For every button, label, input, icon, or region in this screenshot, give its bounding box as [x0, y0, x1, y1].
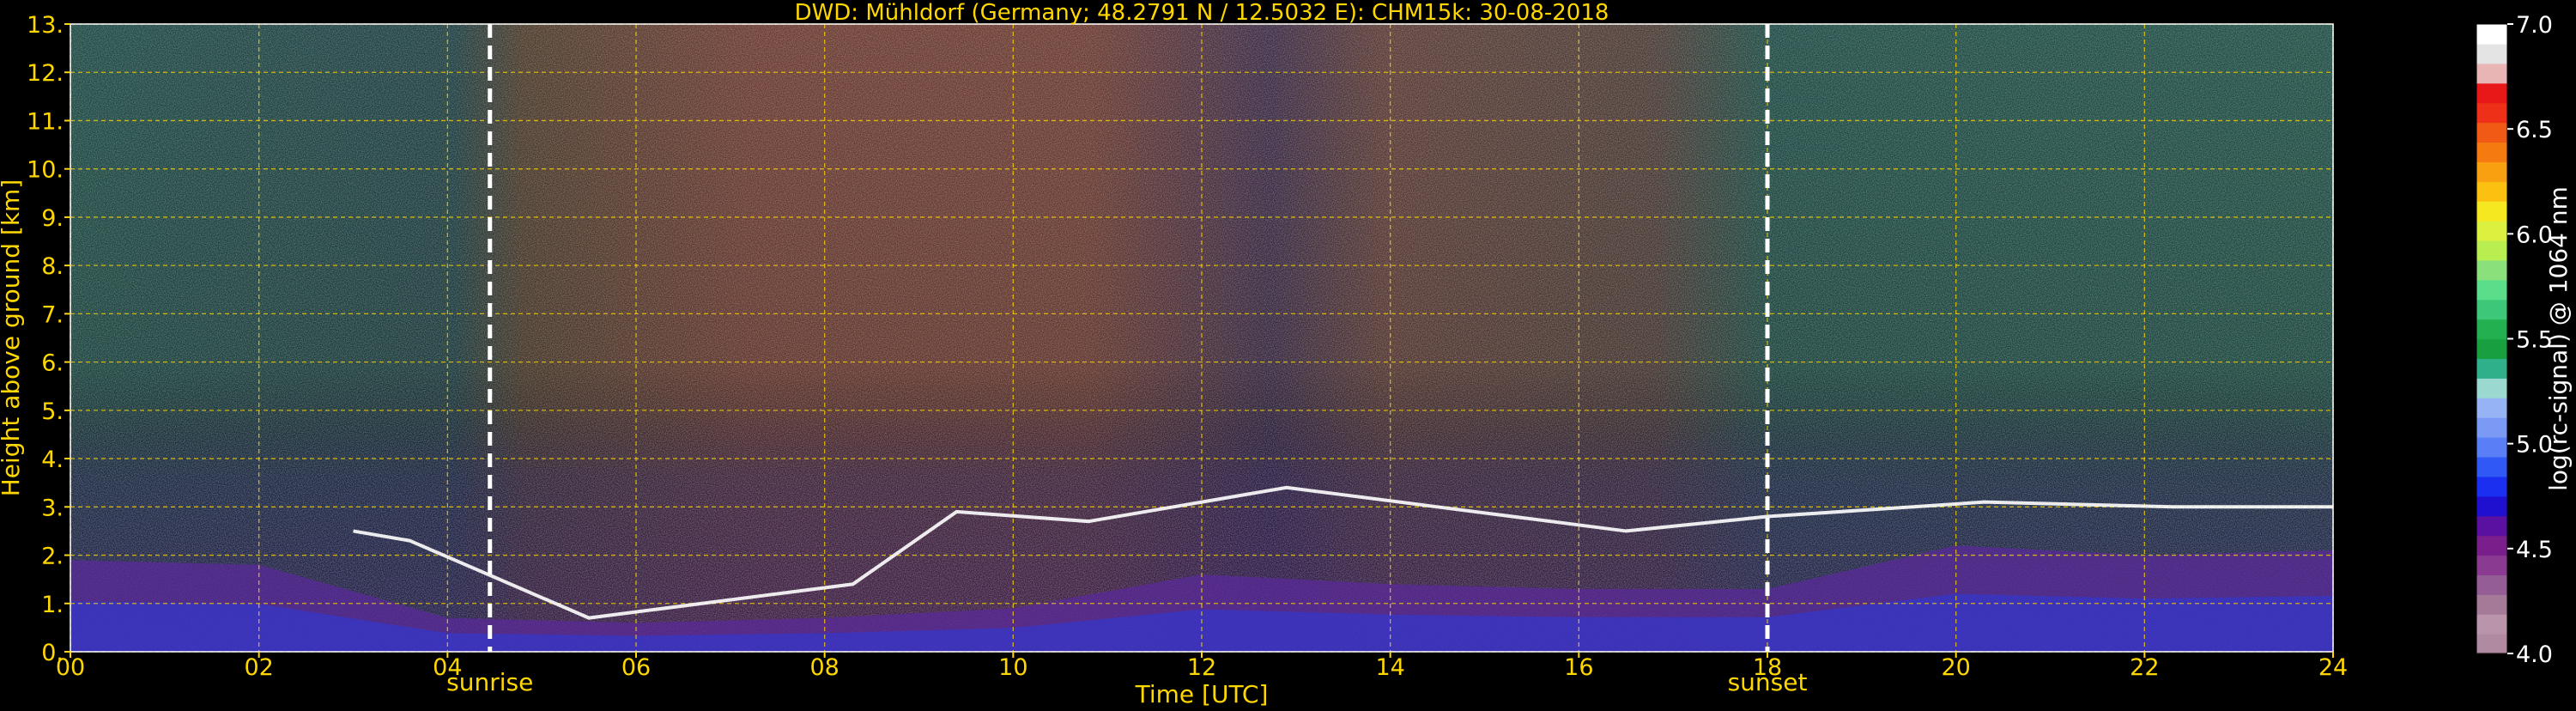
- y-tick-label: 5.: [41, 398, 64, 425]
- colorbar-segment: [2476, 555, 2507, 575]
- chart-svg: sunrise sunset 00 02 04 06 08 10 12 14 16 18 20 22 24…: [0, 0, 2573, 708]
- colorbar-segment: [2476, 456, 2507, 477]
- colorbar-segment: [2476, 43, 2507, 64]
- x-tick-label: 20: [1941, 654, 1970, 681]
- x-tick-label: 18: [1753, 654, 1782, 681]
- y-tick-label: 13.: [27, 12, 64, 39]
- colorbar-segment: [2476, 378, 2507, 398]
- colorbar-segment: [2476, 240, 2507, 261]
- colorbar-segment: [2476, 515, 2507, 537]
- colorbar: 4.04.55.05.56.06.57.0: [2476, 12, 2553, 668]
- colorbar-segment: [2476, 82, 2507, 104]
- colorbar-segment: [2476, 417, 2507, 438]
- colorbar-segment: [2476, 614, 2507, 635]
- colorbar-segment: [2476, 142, 2507, 162]
- colorbar-segment: [2476, 201, 2507, 222]
- colorbar-tick-label: 6.5: [2516, 117, 2553, 143]
- colorbar-segment: [2476, 476, 2507, 497]
- y-tick-label: 11.: [27, 108, 64, 135]
- colorbar-segment: [2476, 574, 2507, 595]
- y-tick-label: 1.: [41, 592, 64, 618]
- x-tick-label: 04: [433, 654, 462, 681]
- colorbar-segment: [2476, 299, 2507, 320]
- colorbar-segment: [2476, 338, 2507, 360]
- colorbar-segment: [2476, 594, 2507, 615]
- colorbar-tick-label: 4.5: [2516, 537, 2553, 563]
- y-tick-label: 2.: [41, 544, 64, 570]
- colorbar-segment: [2476, 634, 2507, 654]
- colorbar-label: log(rc-signal) @ 1064 nm: [2544, 186, 2573, 491]
- x-tick-label: 08: [809, 654, 839, 681]
- y-axis-label: Height above ground [km]: [0, 179, 25, 497]
- colorbar-segment: [2476, 24, 2507, 45]
- colorbar-segment: [2476, 535, 2507, 556]
- y-tick-label: 10.: [27, 157, 64, 184]
- y-tick-label: 8.: [41, 253, 64, 280]
- colorbar-segment: [2476, 122, 2507, 143]
- x-tick-label: 06: [621, 654, 651, 681]
- x-tick-label: 24: [2318, 654, 2348, 681]
- colorbar-segment: [2476, 279, 2507, 301]
- x-tick-label: 12: [1187, 654, 1216, 681]
- colorbar-segment: [2476, 259, 2507, 281]
- colorbar-segment: [2476, 102, 2507, 124]
- y-tick-label: 0.: [41, 640, 64, 666]
- colorbar-segment: [2476, 358, 2507, 379]
- y-tick-label: 6.: [41, 350, 64, 377]
- y-tick-label: 4.: [41, 447, 64, 473]
- y-tick-label: 12.: [27, 60, 64, 87]
- y-tick-label: 3.: [41, 495, 64, 521]
- colorbar-segment: [2476, 63, 2507, 84]
- x-tick-label: 16: [1564, 654, 1593, 681]
- colorbar-segment: [2476, 221, 2507, 241]
- x-tick-label: 14: [1375, 654, 1404, 681]
- colorbar-segment: [2476, 161, 2507, 182]
- colorbar-segment: [2476, 495, 2507, 517]
- x-axis-label: Time [UTC]: [1135, 680, 1269, 708]
- colorbar-segment: [2476, 319, 2507, 340]
- x-tick-label: 22: [2130, 654, 2159, 681]
- y-tick-label: 7.: [41, 301, 64, 328]
- colorbar-segment: [2476, 398, 2507, 418]
- ceilometer-chart: sunrise sunset 00 02 04 06 08 10 12 14 16 18 20 22 24…: [0, 0, 2576, 708]
- chart-title: DWD: Mühldorf (Germany; 48.2791 N / 12.5…: [795, 0, 1609, 26]
- x-tick-label: 10: [998, 654, 1027, 681]
- colorbar-segment: [2476, 181, 2507, 202]
- colorbar-segment: [2476, 437, 2507, 458]
- x-tick-label: 02: [244, 654, 273, 681]
- colorbar-tick-label: 4.0: [2516, 641, 2553, 668]
- y-tick-label: 9.: [41, 205, 64, 232]
- colorbar-tick-label: 7.0: [2516, 12, 2553, 39]
